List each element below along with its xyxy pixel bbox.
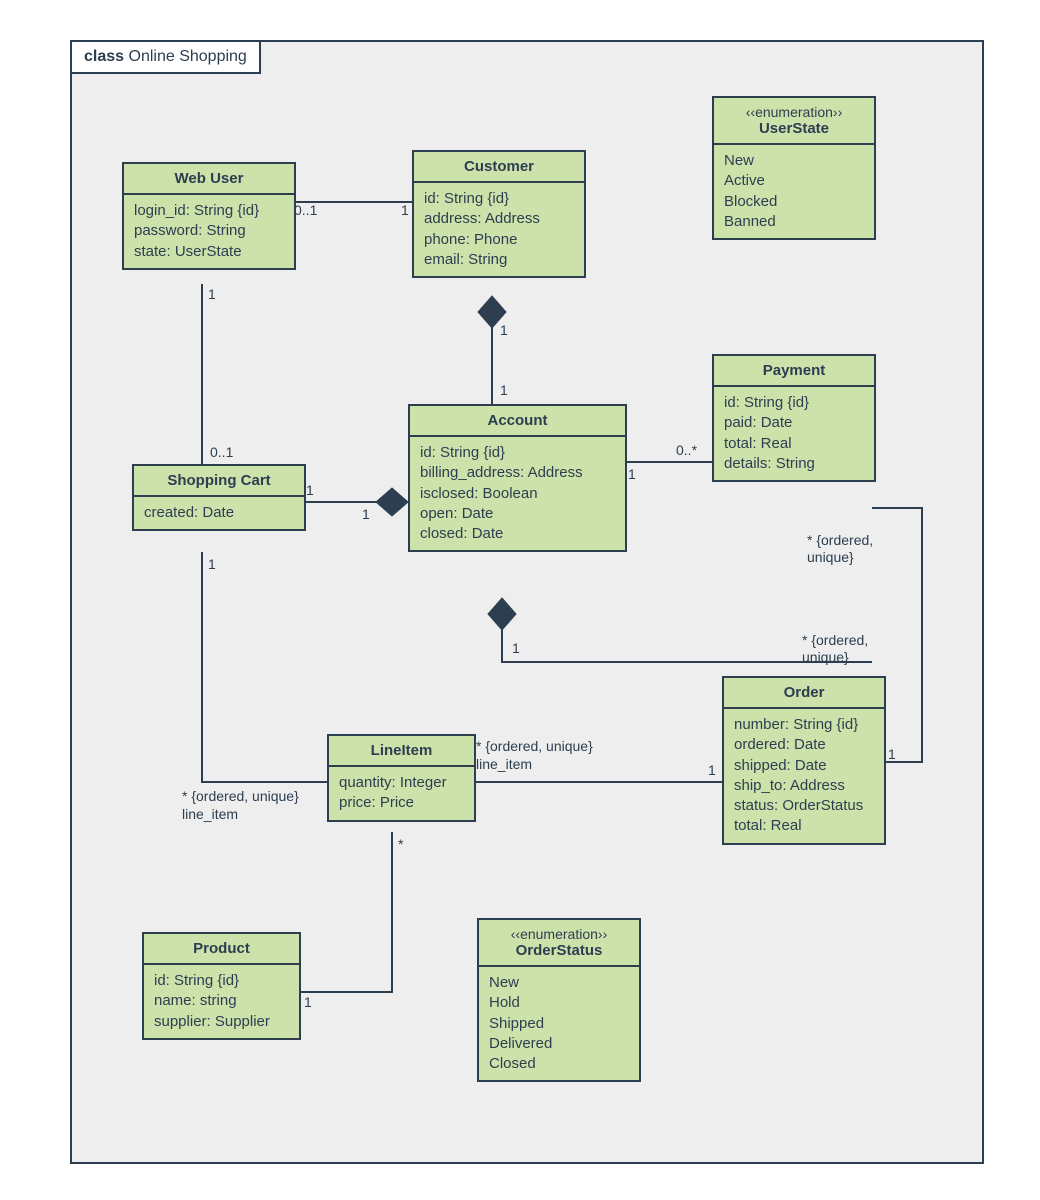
class-title: Customer — [414, 152, 584, 183]
mult-payment-order-bottom: 1 — [888, 746, 896, 763]
attr-line: Closed — [489, 1054, 629, 1074]
attr-line: state: UserState — [134, 242, 284, 262]
mult-webuser-customer-left: 0..1 — [294, 202, 317, 219]
class-body: id: String {id}name: stringsupplier: Sup… — [144, 965, 299, 1038]
attr-line: paid: Date — [724, 413, 864, 433]
class-title: LineItem — [329, 736, 474, 767]
diagram-frame: class Online Shopping — [70, 40, 984, 1164]
class-title: Account — [410, 406, 625, 437]
class-body: id: String {id}address: Addressphone: Ph… — [414, 183, 584, 276]
attr-line: shipped: Date — [734, 756, 874, 776]
class-body: id: String {id}billing_address: Addressi… — [410, 437, 625, 550]
attr-line: New — [724, 151, 864, 171]
class-body: login_id: String {id}password: Stringsta… — [124, 195, 294, 268]
attr-line: number: String {id} — [734, 715, 874, 735]
class-title: Web User — [124, 164, 294, 195]
frame-title-prefix: class — [84, 48, 124, 65]
mult-cart-lineitem-top: 1 — [208, 556, 216, 573]
role-cart-lineitem: line_item — [182, 806, 238, 823]
enum-user-state: ‹‹enumeration›› UserState NewActiveBlock… — [712, 96, 876, 240]
mult-account-order-left: 1 — [512, 640, 520, 657]
attr-line: ship_to: Address — [734, 776, 874, 796]
attr-line: price: Price — [339, 793, 464, 813]
mult-order-lineitem-right: 1 — [708, 762, 716, 779]
stereotype: ‹‹enumeration›› — [722, 104, 866, 120]
class-title: ‹‹enumeration›› UserState — [714, 98, 874, 145]
class-body: NewActiveBlockedBanned — [714, 145, 874, 238]
stereotype: ‹‹enumeration›› — [487, 926, 631, 942]
attr-line: open: Date — [420, 504, 615, 524]
attr-line: id: String {id} — [424, 189, 574, 209]
class-product: Product id: String {id}name: stringsuppl… — [142, 932, 301, 1040]
class-order: Order number: String {id}ordered: Datesh… — [722, 676, 886, 845]
class-body: number: String {id}ordered: Dateshipped:… — [724, 709, 884, 843]
class-web-user: Web User login_id: String {id}password: … — [122, 162, 296, 270]
class-body: NewHoldShippedDeliveredClosed — [479, 967, 639, 1080]
attr-line: total: Real — [724, 434, 864, 454]
attr-line: total: Real — [734, 816, 874, 836]
attr-line: login_id: String {id} — [134, 201, 284, 221]
attr-line: id: String {id} — [420, 443, 615, 463]
mult-order-lineitem-left: * {ordered, unique} — [476, 738, 593, 755]
attr-line: status: OrderStatus — [734, 796, 874, 816]
class-payment: Payment id: String {id}paid: Datetotal: … — [712, 354, 876, 482]
class-account: Account id: String {id}billing_address: … — [408, 404, 627, 552]
attr-line: supplier: Supplier — [154, 1012, 289, 1032]
class-line-item: LineItem quantity: Integerprice: Price — [327, 734, 476, 822]
mult-lineitem-product-top: * — [398, 836, 403, 853]
attr-line: password: String — [134, 221, 284, 241]
attr-line: name: string — [154, 991, 289, 1011]
attr-line: Hold — [489, 993, 629, 1013]
enum-name: OrderStatus — [516, 942, 603, 959]
attr-line: phone: Phone — [424, 230, 574, 250]
mult-cart-lineitem-bottom: * {ordered, unique} — [182, 788, 299, 805]
mult-webuser-customer-right: 1 — [401, 202, 409, 219]
mult-customer-account-top: 1 — [500, 322, 508, 339]
class-title: Order — [724, 678, 884, 709]
attr-line: Delivered — [489, 1034, 629, 1054]
mult-cart-account-left: 1 — [306, 482, 314, 499]
mult-payment-order-top: * {ordered, unique} — [807, 532, 873, 566]
class-body: quantity: Integerprice: Price — [329, 767, 474, 820]
mult-webuser-cart-top: 1 — [208, 286, 216, 303]
mult-customer-account-bottom: 1 — [500, 382, 508, 399]
attr-line: closed: Date — [420, 524, 615, 544]
diagram-stage: class Online Shopping — [0, 0, 1040, 1200]
mult-account-order-right: * {ordered, unique} — [802, 632, 868, 666]
attr-line: address: Address — [424, 209, 574, 229]
mult-account-payment-right: 0..* — [676, 442, 697, 459]
frame-title-text: Online Shopping — [129, 48, 247, 65]
attr-line: billing_address: Address — [420, 463, 615, 483]
attr-line: Blocked — [724, 192, 864, 212]
class-title: Shopping Cart — [134, 466, 304, 497]
class-shopping-cart: Shopping Cart created: Date — [132, 464, 306, 531]
class-body: created: Date — [134, 497, 304, 529]
mult-account-payment-left: 1 — [628, 466, 636, 483]
attr-line: details: String — [724, 454, 864, 474]
attr-line: Shipped — [489, 1014, 629, 1034]
mult-lineitem-product-bottom: 1 — [304, 994, 312, 1011]
class-title: ‹‹enumeration›› OrderStatus — [479, 920, 639, 967]
frame-title: class Online Shopping — [70, 40, 261, 74]
attr-line: isclosed: Boolean — [420, 484, 615, 504]
attr-line: created: Date — [144, 503, 294, 523]
role-order-lineitem: line_item — [476, 756, 532, 773]
attr-line: email: String — [424, 250, 574, 270]
attr-line: ordered: Date — [734, 735, 874, 755]
class-customer: Customer id: String {id}address: Address… — [412, 150, 586, 278]
attr-line: id: String {id} — [154, 971, 289, 991]
mult-cart-account-right: 1 — [362, 506, 370, 523]
enum-name: UserState — [759, 120, 829, 137]
attr-line: Banned — [724, 212, 864, 232]
attr-line: New — [489, 973, 629, 993]
class-title: Payment — [714, 356, 874, 387]
attr-line: quantity: Integer — [339, 773, 464, 793]
attr-line: id: String {id} — [724, 393, 864, 413]
class-title: Product — [144, 934, 299, 965]
mult-webuser-cart-bottom: 0..1 — [210, 444, 233, 461]
class-body: id: String {id}paid: Datetotal: Realdeta… — [714, 387, 874, 480]
enum-order-status: ‹‹enumeration›› OrderStatus NewHoldShipp… — [477, 918, 641, 1082]
attr-line: Active — [724, 171, 864, 191]
